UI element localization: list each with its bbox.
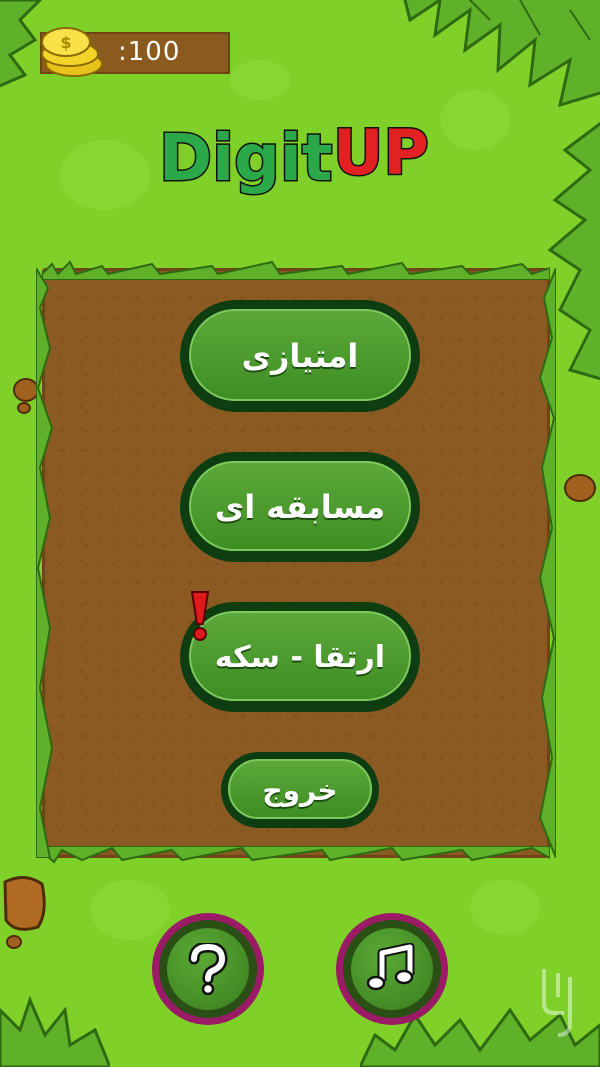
competition-mode-label: مسابقه ای (214, 488, 386, 526)
bush-decoration (0, 995, 110, 1067)
upgrade-coin-button[interactable]: ارتقا - سکه (180, 602, 420, 712)
question-mark-icon (188, 943, 228, 995)
help-button[interactable] (152, 913, 264, 1025)
grass-edge-bottom (42, 846, 550, 864)
exit-button[interactable]: خروج (221, 752, 379, 828)
button-face (167, 928, 249, 1010)
game-logo: Digit UP (158, 115, 431, 198)
background-spot (60, 140, 150, 210)
rock-decoration (3, 876, 46, 949)
competition-mode-button[interactable]: مسابقه ای (180, 452, 420, 562)
background-spot (90, 880, 170, 940)
music-note-icon (366, 943, 415, 991)
exclamation-icon (190, 591, 210, 641)
coin-count: :100 (118, 37, 181, 67)
coin-counter: $ :100 (40, 27, 230, 77)
logo-text-up: UP (333, 116, 429, 189)
background-spot (470, 880, 540, 935)
background-spot (230, 60, 290, 100)
grass-edge-top (42, 260, 550, 280)
upgrade-coin-label: ارتقا - سکه (214, 639, 386, 675)
button-face (351, 928, 433, 1010)
coin-stack-icon: $ (41, 27, 103, 77)
rock-decoration (564, 474, 596, 502)
exit-label: خروج (262, 773, 338, 807)
grass-edge-left (36, 268, 54, 858)
score-mode-label: امتیازی (241, 337, 359, 375)
music-toggle-button[interactable] (336, 913, 448, 1025)
svg-text:$: $ (60, 33, 71, 52)
logo-text-digit: Digit (159, 122, 332, 196)
grass-edge-right (538, 268, 556, 858)
score-mode-button[interactable]: امتیازی (180, 300, 420, 412)
store-watermark-logo (542, 969, 572, 1037)
